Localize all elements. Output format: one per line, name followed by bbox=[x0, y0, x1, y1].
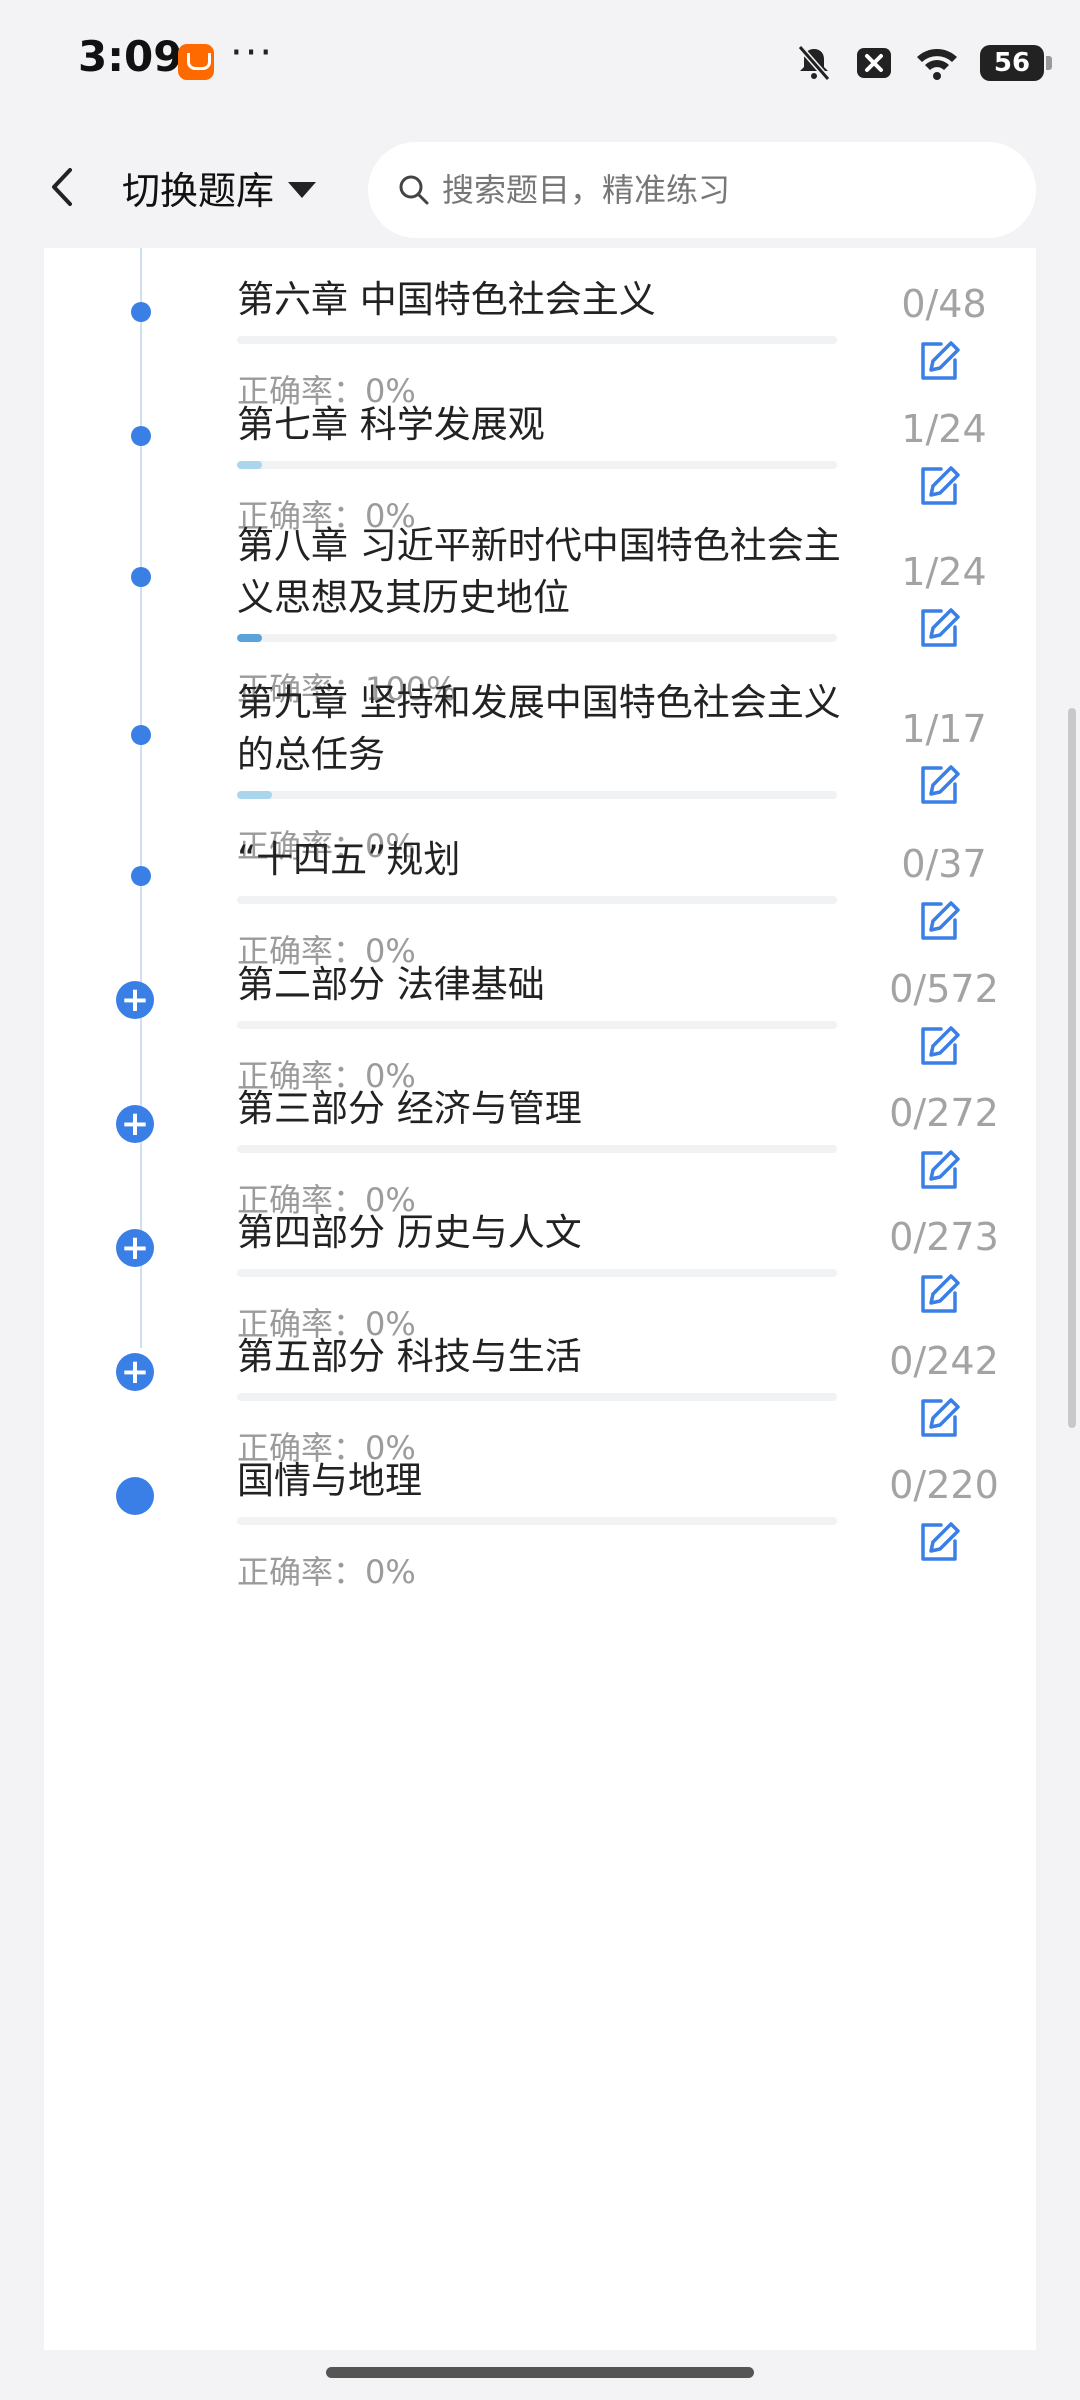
chapter-title: 第四部分 历史与人文 bbox=[237, 1211, 582, 1254]
chapter-row[interactable]: + 第二部分 法律基础 正确率：0% 0/572 bbox=[44, 959, 1036, 1095]
chapter-title: 第三部分 经济与管理 bbox=[237, 1087, 582, 1130]
question-count: 1/24 bbox=[901, 550, 987, 594]
progress-bar bbox=[237, 634, 837, 642]
expand-plus-icon[interactable]: + bbox=[116, 1353, 154, 1391]
chapter-row[interactable]: + 第四部分 历史与人文 正确率：0% 0/273 bbox=[44, 1207, 1036, 1343]
chapter-row[interactable]: 第九章 坚持和发展中国特色社会主义的总任务 正确率：0% 1/17 bbox=[44, 677, 1036, 865]
search-icon bbox=[399, 175, 429, 205]
chapter-title: 第九章 坚持和发展中国特色社会主义的总任务 bbox=[237, 681, 841, 776]
progress-fill bbox=[237, 461, 263, 469]
accuracy-value: 0% bbox=[365, 1553, 416, 1591]
progress-bar bbox=[237, 461, 837, 469]
question-count: 0/48 bbox=[901, 282, 987, 326]
chapter-title: 第七章 科学发展观 bbox=[237, 403, 545, 446]
timeline-dot-icon bbox=[131, 302, 151, 322]
chapter-row[interactable]: + 第三部分 经济与管理 正确率：0% 0/272 bbox=[44, 1083, 1036, 1219]
chapter-title: 第五部分 科技与生活 bbox=[237, 1335, 582, 1378]
chapter-title: 第八章 习近平新时代中国特色社会主义思想及其历史地位 bbox=[237, 524, 841, 619]
caret-down-icon bbox=[288, 181, 317, 198]
search-box[interactable] bbox=[368, 142, 1036, 238]
switch-label: 切换题库 bbox=[122, 169, 275, 213]
chapter-title: “十四五”规划 bbox=[237, 838, 461, 881]
chapter-row[interactable]: + 第五部分 科技与生活 正确率：0% 0/242 bbox=[44, 1331, 1036, 1467]
app-notification-icon bbox=[178, 44, 214, 80]
question-count: 1/24 bbox=[901, 407, 987, 451]
accuracy-label: 正确率： bbox=[237, 1553, 366, 1591]
timeline-dot-icon bbox=[131, 567, 151, 587]
question-count: 0/572 bbox=[889, 967, 999, 1011]
timeline-node-icon bbox=[116, 1477, 154, 1515]
timeline-dot-icon bbox=[131, 866, 151, 886]
search-input[interactable] bbox=[440, 170, 1004, 210]
question-count: 0/220 bbox=[889, 1463, 999, 1507]
home-indicator[interactable] bbox=[326, 2367, 754, 2378]
chapter-title: 国情与地理 bbox=[237, 1459, 422, 1502]
chapter-row[interactable]: 国情与地理正确率：0% 0/220 bbox=[44, 1455, 1036, 1591]
chapter-title: 第二部分 法律基础 bbox=[237, 963, 545, 1006]
chapter-row[interactable]: 第六章 中国特色社会主义 正确率：0% 0/48 bbox=[44, 274, 1036, 410]
timeline-dot-icon bbox=[131, 725, 151, 745]
accuracy-text: 正确率：0% bbox=[237, 1547, 416, 1593]
question-count: 0/242 bbox=[889, 1339, 999, 1383]
more-notifications-icon: ··· bbox=[230, 30, 275, 76]
chapter-title: 第六章 中国特色社会主义 bbox=[237, 278, 656, 321]
progress-bar bbox=[237, 1145, 837, 1153]
expand-plus-icon[interactable]: + bbox=[116, 981, 154, 1019]
edit-practice-icon[interactable] bbox=[915, 762, 963, 810]
chapter-row[interactable]: 第八章 习近平新时代中国特色社会主义思想及其历史地位 正确率：100% 1/24 bbox=[44, 520, 1036, 708]
progress-bar bbox=[237, 896, 837, 904]
chapter-row[interactable]: “十四五”规划 正确率：0% 0/37 bbox=[44, 834, 1036, 970]
question-count: 0/273 bbox=[889, 1215, 999, 1259]
progress-bar bbox=[237, 791, 837, 799]
header: 切换题库 bbox=[0, 126, 1080, 248]
status-bar: 3:09 ··· 56 bbox=[0, 0, 1080, 126]
no-sim-icon bbox=[857, 48, 891, 78]
timeline-dot-icon bbox=[131, 426, 151, 446]
status-icons: 56 bbox=[794, 38, 1052, 88]
chapter-row[interactable]: 第七章 科学发展观 正确率：0% 1/24 bbox=[44, 399, 1036, 535]
question-count: 0/37 bbox=[901, 842, 987, 886]
wifi-icon bbox=[917, 49, 957, 80]
progress-bar bbox=[237, 1393, 837, 1401]
question-count: 0/272 bbox=[889, 1091, 999, 1135]
progress-bar bbox=[237, 1021, 837, 1029]
chapter-list-panel: 第五章 “三个代表”重要思想正确率：0%0/20第六章 中国特色社会主义正确率：… bbox=[44, 248, 1036, 2350]
question-count: 1/17 bbox=[901, 707, 987, 751]
edit-practice-icon[interactable] bbox=[915, 898, 963, 946]
edit-practice-icon[interactable] bbox=[915, 1519, 963, 1567]
battery-indicator: 56 bbox=[980, 45, 1052, 81]
progress-fill bbox=[237, 791, 273, 799]
edit-practice-icon[interactable] bbox=[915, 605, 963, 653]
progress-fill bbox=[237, 634, 263, 642]
edit-practice-icon[interactable] bbox=[915, 1271, 963, 1319]
edit-practice-icon[interactable] bbox=[915, 463, 963, 511]
edit-practice-icon[interactable] bbox=[915, 1023, 963, 1071]
switch-question-bank-button[interactable]: 切换题库 bbox=[122, 160, 317, 215]
expand-plus-icon[interactable]: + bbox=[116, 1229, 154, 1267]
scrollbar[interactable] bbox=[1068, 708, 1076, 1428]
status-time: 3:09 bbox=[78, 32, 183, 81]
progress-bar bbox=[237, 1517, 837, 1525]
silent-bell-icon bbox=[797, 45, 831, 81]
progress-bar bbox=[237, 1269, 837, 1277]
progress-bar bbox=[237, 336, 837, 344]
edit-practice-icon[interactable] bbox=[915, 338, 963, 386]
expand-plus-icon[interactable]: + bbox=[116, 1105, 154, 1143]
edit-practice-icon[interactable] bbox=[915, 1395, 963, 1443]
edit-practice-icon[interactable] bbox=[915, 1147, 963, 1195]
back-arrow-icon[interactable] bbox=[42, 158, 82, 216]
